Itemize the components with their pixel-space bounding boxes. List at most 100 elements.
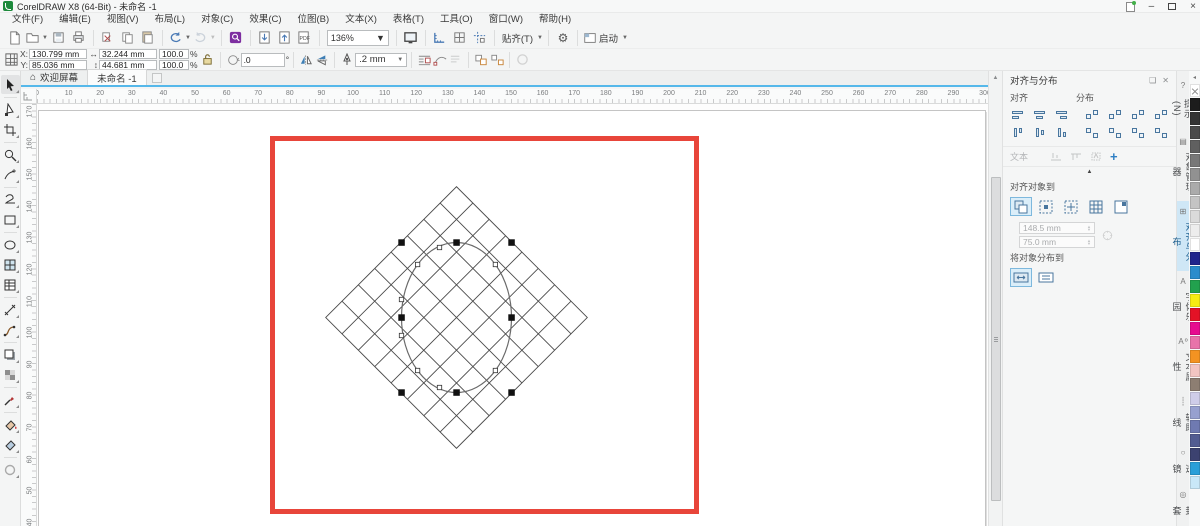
- mirror-horizontal-icon[interactable]: [298, 51, 314, 69]
- color-swatch[interactable]: [1190, 140, 1200, 153]
- menu-item-5[interactable]: 效果(C): [241, 13, 289, 27]
- application-launcher[interactable]: 启动▼: [583, 29, 628, 47]
- mirror-vertical-icon[interactable]: [314, 51, 330, 69]
- outline-tool[interactable]: [1, 460, 20, 479]
- open-icon[interactable]: ▼: [25, 29, 48, 47]
- color-swatch[interactable]: [1190, 476, 1200, 489]
- menu-item-11[interactable]: 帮助(H): [531, 13, 579, 27]
- interactive-fill-tool[interactable]: [1, 415, 20, 434]
- distribute-center-h-icon[interactable]: [1104, 107, 1126, 124]
- align-to-specified-point-icon[interactable]: [1110, 197, 1132, 216]
- new-document-icon[interactable]: [5, 29, 23, 47]
- color-swatch[interactable]: [1190, 252, 1200, 265]
- distribute-spacing-h-icon[interactable]: [1127, 107, 1149, 124]
- distribute-center-v-icon[interactable]: [1104, 125, 1126, 142]
- pick-tool[interactable]: [1, 75, 20, 94]
- rotation-angle-field[interactable]: .0: [241, 53, 285, 67]
- distribute-to-page-icon[interactable]: [1035, 268, 1057, 287]
- vertical-ruler[interactable]: 170160150140130120110100908070605040: [21, 104, 37, 526]
- show-grid-icon[interactable]: [451, 29, 469, 47]
- color-swatch[interactable]: [1190, 434, 1200, 447]
- menu-item-4[interactable]: 对象(C): [193, 13, 241, 27]
- align-to-active-objects-icon[interactable]: [1010, 197, 1032, 216]
- color-swatch[interactable]: [1190, 364, 1200, 377]
- color-swatch[interactable]: [1190, 392, 1200, 405]
- paste-icon[interactable]: [139, 29, 157, 47]
- zoom-tool[interactable]: [1, 145, 20, 164]
- color-swatch[interactable]: [1190, 266, 1200, 279]
- docker-float-icon[interactable]: ❑: [1149, 76, 1156, 85]
- snap-to-dropdown[interactable]: 贴齐(T)▼: [500, 29, 543, 47]
- distribute-top-icon[interactable]: [1081, 125, 1103, 142]
- vertical-scrollbar[interactable]: ▲: [988, 71, 1002, 526]
- menu-item-9[interactable]: 工具(O): [432, 13, 481, 27]
- drop-shadow-tool[interactable]: [1, 345, 20, 364]
- distribute-spacing-v-icon[interactable]: [1127, 125, 1149, 142]
- menu-item-7[interactable]: 文本(X): [337, 13, 385, 27]
- color-swatch[interactable]: [1190, 196, 1200, 209]
- outline-width-select[interactable]: .2 mm▼: [355, 53, 407, 67]
- color-swatch[interactable]: [1190, 238, 1200, 251]
- distribute-bottom-icon[interactable]: [1150, 125, 1172, 142]
- scale-y-field[interactable]: 100.0: [159, 60, 189, 70]
- scale-x-field[interactable]: 100.0: [159, 49, 189, 59]
- docker-close-icon[interactable]: ✕: [1162, 76, 1169, 85]
- undo-icon[interactable]: ▼: [168, 29, 191, 47]
- cut-icon[interactable]: [99, 29, 117, 47]
- connector-tool[interactable]: [1, 320, 20, 339]
- color-swatch[interactable]: [1190, 350, 1200, 363]
- color-swatch[interactable]: [1190, 182, 1200, 195]
- scroll-up-icon[interactable]: ▲: [989, 71, 1002, 84]
- options-gear-icon[interactable]: ⚙: [554, 29, 572, 47]
- show-guidelines-icon[interactable]: [471, 29, 489, 47]
- color-swatch[interactable]: [1190, 154, 1200, 167]
- color-swatch[interactable]: [1190, 308, 1200, 321]
- distribute-right-icon[interactable]: [1150, 107, 1172, 124]
- color-swatch[interactable]: [1190, 168, 1200, 181]
- color-swatch[interactable]: [1190, 126, 1200, 139]
- tray-doc-icon[interactable]: [1126, 2, 1135, 12]
- align-to-grid-icon[interactable]: [1085, 197, 1107, 216]
- color-swatch[interactable]: [1190, 420, 1200, 433]
- ungroup-objects-icon[interactable]: [489, 51, 505, 69]
- align-right-icon[interactable]: [1052, 107, 1073, 124]
- table-tool[interactable]: [1, 275, 20, 294]
- import-icon[interactable]: [256, 29, 274, 47]
- zoom-level-select[interactable]: 136%▼: [327, 30, 389, 46]
- menu-item-8[interactable]: 表格(T): [385, 13, 432, 27]
- horizontal-ruler[interactable]: 0102030405060708090100110120130140150160…: [37, 89, 1002, 104]
- smart-fill-tool[interactable]: [1, 435, 20, 454]
- new-tab-button[interactable]: [152, 73, 162, 83]
- drawing-canvas[interactable]: [37, 104, 988, 526]
- distribute-left-icon[interactable]: [1081, 107, 1103, 124]
- minimize-button[interactable]: –: [1149, 0, 1155, 13]
- ruler-origin-button[interactable]: [21, 89, 37, 104]
- undo-dropdown-arrow[interactable]: ▼: [185, 35, 191, 41]
- graph-paper-tool[interactable]: [1, 255, 20, 274]
- export-icon[interactable]: [276, 29, 294, 47]
- rectangle-tool[interactable]: [1, 210, 20, 229]
- menu-item-6[interactable]: 位图(B): [290, 13, 338, 27]
- wrap-text-icon[interactable]: [416, 51, 432, 69]
- color-swatch[interactable]: [1190, 280, 1200, 293]
- specify-point-icon[interactable]: +: [1110, 152, 1118, 162]
- object-width-field[interactable]: 32.244 mm: [99, 49, 157, 59]
- open-dropdown-arrow[interactable]: ▼: [42, 35, 48, 41]
- align-top-icon[interactable]: [1008, 125, 1029, 142]
- full-screen-preview-icon[interactable]: [402, 29, 420, 47]
- collapse-section-icon[interactable]: ▲: [1003, 167, 1176, 177]
- show-rulers-icon[interactable]: [431, 29, 449, 47]
- no-color-swatch[interactable]: [1190, 84, 1200, 97]
- bspline-tool[interactable]: [1, 190, 20, 209]
- color-swatch[interactable]: [1190, 322, 1200, 335]
- tab-document[interactable]: 未命名 -1: [87, 69, 147, 85]
- color-swatch[interactable]: [1190, 98, 1200, 111]
- parallel-dimension-tool[interactable]: [1, 300, 20, 319]
- lock-ratio-icon[interactable]: [200, 51, 216, 69]
- color-swatch[interactable]: [1190, 112, 1200, 125]
- publish-pdf-icon[interactable]: PDF: [296, 29, 314, 47]
- align-center-v-icon[interactable]: [1030, 125, 1051, 142]
- shape-tool[interactable]: [1, 100, 20, 119]
- menu-item-0[interactable]: 文件(F): [4, 13, 51, 27]
- search-content-icon[interactable]: [227, 29, 245, 47]
